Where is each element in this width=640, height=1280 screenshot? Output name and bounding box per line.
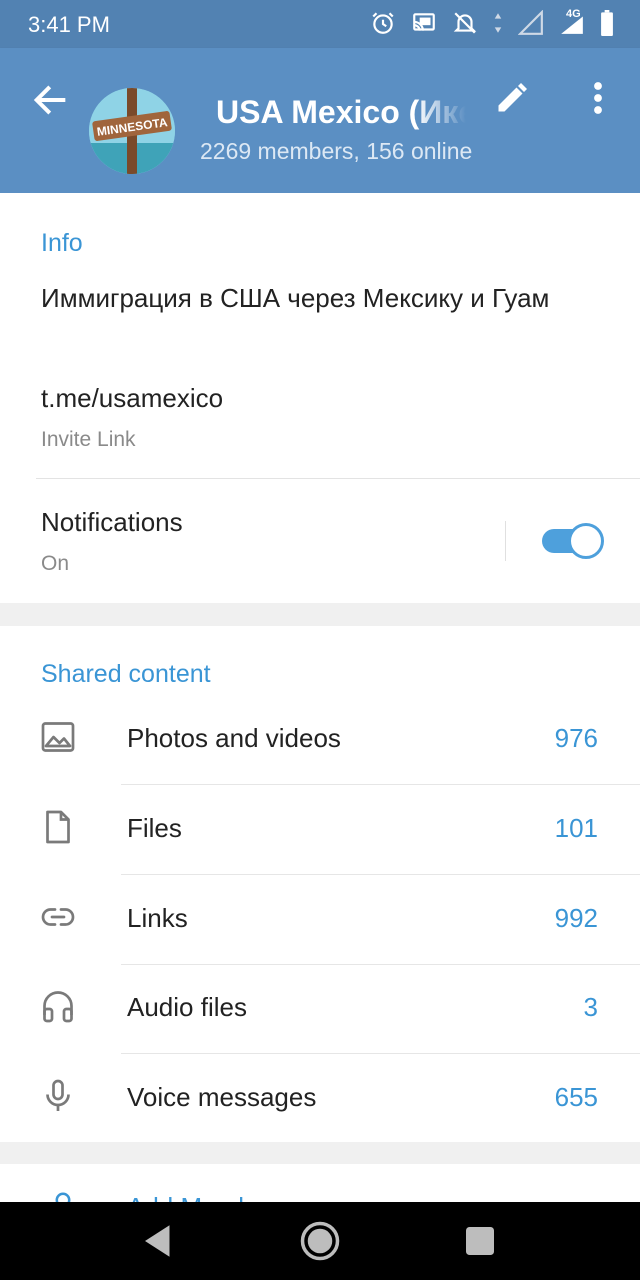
shared-voice-row[interactable]: Voice messages 655	[0, 1054, 640, 1144]
nav-back-icon[interactable]	[138, 1220, 180, 1262]
chat-header: MINNESOTA USA Mexico (Икеа) 2269 members…	[0, 48, 640, 193]
status-time: 3:41 PM	[28, 12, 110, 37]
shared-item-count: 3	[583, 992, 598, 1022]
shared-item-count: 655	[554, 1082, 598, 1112]
notifications-status: On	[41, 552, 70, 575]
signal-full-icon	[561, 16, 583, 34]
invite-link-caption: Invite Link	[41, 428, 136, 451]
group-avatar[interactable]: MINNESOTA	[89, 88, 175, 174]
shared-item-label: Photos and videos	[127, 723, 341, 753]
shared-item-count: 992	[554, 903, 598, 933]
microphone-icon	[46, 1079, 70, 1111]
shared-audio-row[interactable]: Audio files 3	[0, 964, 640, 1054]
invite-link[interactable]: t.me/usamexico	[41, 383, 223, 414]
back-arrow-icon[interactable]	[30, 80, 70, 120]
notifications-label[interactable]: Notifications	[41, 507, 183, 538]
vertical-divider	[505, 521, 506, 561]
shared-item-count: 101	[554, 813, 598, 843]
edit-pencil-icon[interactable]	[494, 80, 530, 116]
alarm-icon	[372, 12, 394, 34]
system-nav-bar	[0, 1202, 640, 1280]
avatar-image: MINNESOTA	[89, 88, 175, 174]
shared-item-label: Links	[127, 903, 188, 933]
status-icons: 4G	[370, 8, 614, 36]
battery-icon	[601, 10, 613, 36]
shared-item-label: Files	[127, 813, 182, 843]
group-title[interactable]: USA Mexico (Икеа)	[216, 94, 466, 131]
cast-icon	[413, 13, 435, 31]
more-vert-icon[interactable]	[586, 80, 610, 116]
divider	[36, 478, 640, 479]
shared-content-card: Shared content Photos and videos 976 Fil…	[0, 626, 640, 1142]
signal-icon	[518, 10, 543, 35]
shared-item-count: 976	[554, 723, 598, 753]
nav-home-icon[interactable]	[299, 1220, 341, 1262]
notifications-toggle[interactable]	[542, 523, 604, 559]
status-bar: 3:41 PM 4G	[0, 0, 640, 48]
data-arrows-icon	[494, 13, 502, 33]
photo-icon	[41, 722, 75, 752]
group-members-status: 2269 members, 156 online	[200, 138, 473, 164]
members-card: Add Members	[0, 1164, 640, 1204]
shared-photos-row[interactable]: Photos and videos 976	[0, 695, 640, 785]
shared-content-title: Shared content	[41, 660, 211, 688]
shared-links-row[interactable]: Links 992	[0, 875, 640, 965]
notifications-off-icon	[453, 12, 477, 34]
network-indicator: 4G	[558, 8, 586, 36]
link-icon	[41, 908, 75, 926]
shared-files-row[interactable]: Files 101	[0, 785, 640, 875]
shared-item-label: Audio files	[127, 992, 247, 1022]
file-icon	[46, 810, 70, 844]
headphones-icon	[43, 991, 73, 1023]
toggle-knob	[568, 523, 604, 559]
shared-item-label: Voice messages	[127, 1082, 317, 1112]
info-section-title: Info	[41, 229, 83, 257]
info-card: Info Иммиграция в США через Мексику и Гу…	[0, 193, 640, 603]
nav-recents-icon[interactable]	[459, 1220, 501, 1262]
group-description[interactable]: Иммиграция в США через Мексику и Гуам	[41, 281, 581, 315]
